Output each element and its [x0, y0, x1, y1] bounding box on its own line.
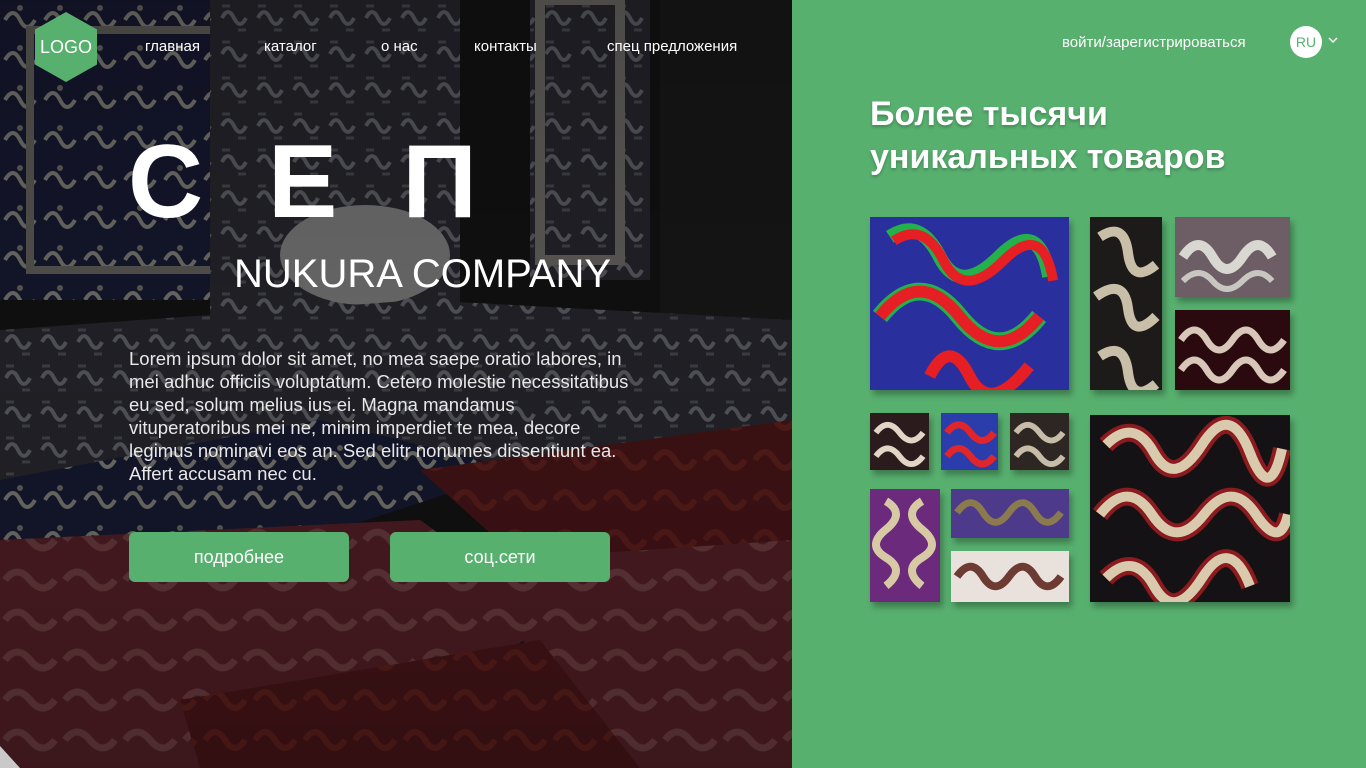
product-tile[interactable]	[1010, 413, 1069, 470]
product-tile[interactable]	[1175, 310, 1290, 390]
nav-link-about[interactable]: о нас	[381, 38, 418, 55]
social-button[interactable]: соц.сети	[390, 532, 610, 582]
nav-link-special-offers[interactable]: спец предложения	[607, 38, 737, 55]
product-tile[interactable]	[870, 489, 940, 602]
product-tile[interactable]	[870, 217, 1069, 390]
panel-headline: Более тысячи уникальных товаров	[870, 95, 1226, 176]
product-tile[interactable]	[1090, 415, 1290, 602]
product-tile[interactable]	[951, 551, 1069, 602]
chevron-down-icon[interactable]	[1328, 36, 1338, 44]
product-tile[interactable]	[1090, 217, 1162, 390]
nav-link-home[interactable]: главная	[145, 38, 200, 55]
nav-link-catalog[interactable]: каталог	[264, 38, 317, 55]
hero-description: Lorem ipsum dolor sit amet, no mea saepe…	[129, 348, 629, 484]
nav-link-contacts[interactable]: контакты	[474, 38, 537, 55]
scroll-arrow-icon[interactable]	[0, 736, 26, 768]
more-button[interactable]: подробнее	[129, 532, 349, 582]
product-tile[interactable]	[951, 489, 1069, 538]
product-tile[interactable]	[1175, 217, 1290, 297]
login-register-link[interactable]: войти/зарегистрироваться	[1062, 34, 1246, 51]
hero-section: LOGO главная каталог о нас контакты спец…	[0, 0, 792, 768]
product-tile[interactable]	[870, 413, 929, 470]
company-name: NUKURA COMPANY	[234, 252, 612, 296]
hero-title: С Е П	[128, 124, 496, 240]
product-tile[interactable]	[941, 413, 998, 470]
language-selector[interactable]: RU	[1290, 26, 1322, 58]
